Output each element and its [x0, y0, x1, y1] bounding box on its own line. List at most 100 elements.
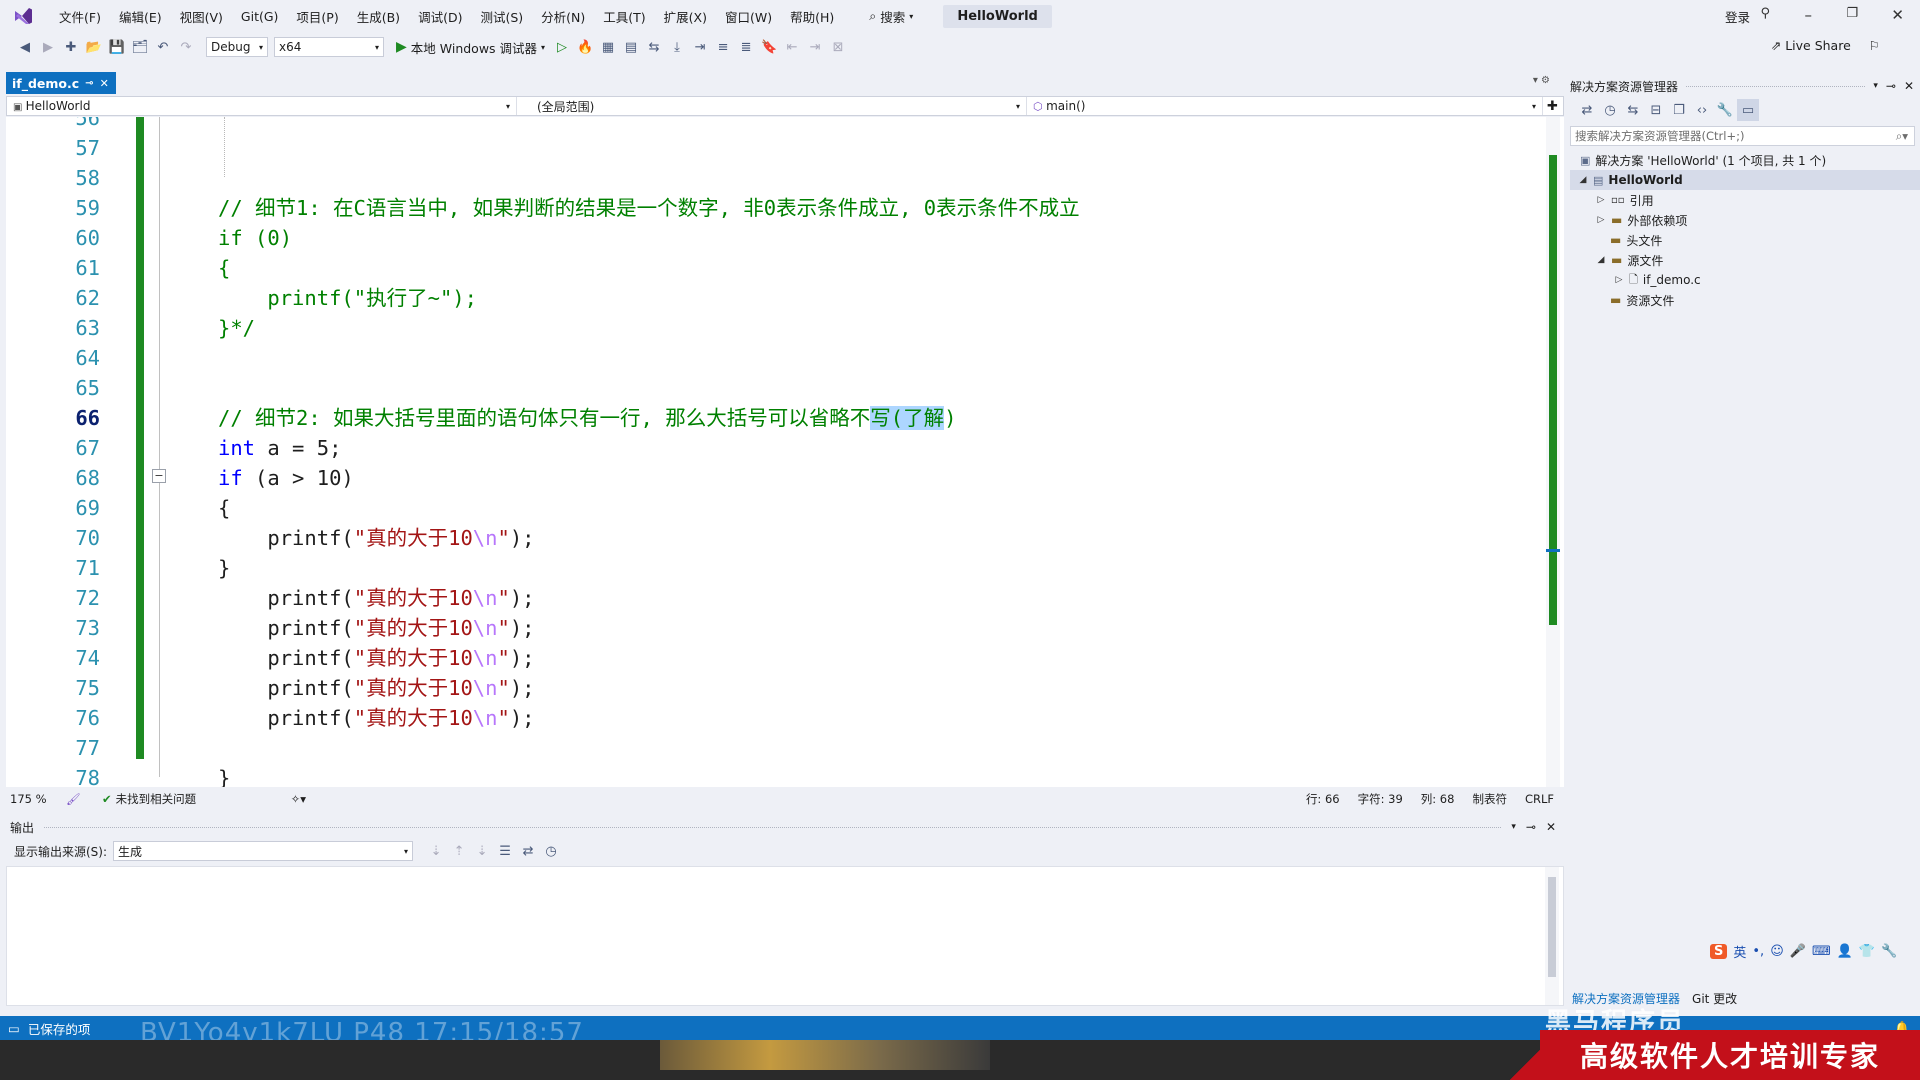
prev-message-icon[interactable]: ⇡ [448, 840, 470, 862]
close-window-button[interactable]: ✕ [1891, 6, 1904, 24]
code-line[interactable]: 77 [6, 733, 1506, 763]
code-line[interactable]: 57 [6, 133, 1506, 163]
collapse-all-icon[interactable]: ⊟ [1645, 99, 1667, 121]
code-line[interactable]: 73 printf("真的大于10\n"); [6, 613, 1506, 643]
code-line[interactable]: 69 { [6, 493, 1506, 523]
split-editor-icon[interactable]: ✚ [1547, 99, 1558, 114]
menu-test[interactable]: 测试(S) [471, 7, 532, 26]
clear-all-icon[interactable]: ☰ [494, 840, 516, 862]
panel-menu-icon[interactable]: ▾ [1873, 81, 1878, 91]
char-indicator[interactable]: 字符: 39 [1358, 791, 1403, 807]
clock-icon[interactable]: ◷ [540, 840, 562, 862]
new-project-icon[interactable]: ✚ [60, 36, 82, 58]
tree-headers-node[interactable]: ▬ 头文件 [1610, 230, 1662, 250]
back-icon[interactable]: ◀ [14, 36, 36, 58]
collapsed-arrow-icon[interactable]: ▷ [1614, 275, 1624, 285]
expand-arrow-icon[interactable]: ◢ [1596, 255, 1606, 265]
output-text-area[interactable] [6, 866, 1564, 1006]
hot-reload-icon[interactable]: 🔥 [574, 36, 596, 58]
menu-help[interactable]: 帮助(H) [781, 7, 843, 26]
next-message-icon[interactable]: ⇣ [471, 840, 493, 862]
tree-project-node[interactable]: ◢ ▤ HelloWorld [1570, 170, 1920, 190]
tab-git-changes[interactable]: Git 更改 [1692, 990, 1737, 1008]
live-share-button[interactable]: ⇗ Live Share ⚐ [1771, 38, 1880, 53]
sync-icon[interactable]: ⇆ [1622, 99, 1644, 121]
tab-dropdown-icon[interactable]: ▾ ⚙ [1533, 75, 1550, 86]
save-all-icon[interactable]: 🗂 [129, 36, 151, 58]
code-line[interactable]: 68 if (a > 10) [6, 463, 1506, 493]
close-panel-icon[interactable]: ✕ [1546, 820, 1556, 834]
visual-studio-logo-icon[interactable] [10, 5, 36, 27]
save-icon[interactable]: 💾 [106, 36, 128, 58]
member-select[interactable]: ⬡ main() ▾ [1027, 97, 1543, 115]
code-line[interactable]: 67 int a = 5; [6, 433, 1506, 463]
pin-icon[interactable]: ⊸ [1526, 820, 1536, 834]
menu-file[interactable]: 文件(F) [50, 7, 110, 26]
next-bookmark-icon[interactable]: ⇥ [804, 36, 826, 58]
expand-arrow-icon[interactable]: ◢ [1578, 175, 1588, 185]
tree-resources-node[interactable]: ▬ 资源文件 [1610, 290, 1674, 310]
bookmark-icon[interactable]: 🔖 [758, 36, 780, 58]
browse-icon[interactable]: ▤ [620, 36, 642, 58]
minimize-button[interactable]: – [1805, 6, 1813, 24]
undo-icon[interactable]: ↶ [152, 36, 174, 58]
close-panel-icon[interactable]: ✕ [1904, 79, 1914, 93]
code-line[interactable]: 76 printf("真的大于10\n"); [6, 703, 1506, 733]
code-line[interactable]: 61 { [6, 253, 1506, 283]
search-button[interactable]: ⌕ 搜索 ▾ [861, 5, 921, 28]
pin-icon[interactable]: ⚲ [1760, 6, 1770, 21]
menu-project[interactable]: 项目(P) [287, 7, 347, 26]
code-line[interactable]: 75 printf("真的大于10\n"); [6, 673, 1506, 703]
emoji-icon[interactable]: ☺ [1770, 944, 1784, 959]
menu-git[interactable]: Git(G) [232, 9, 288, 24]
indent-icon[interactable]: ⇥ [689, 36, 711, 58]
code-line[interactable]: 65 [6, 373, 1506, 403]
prev-bookmark-icon[interactable]: ⇤ [781, 36, 803, 58]
code-line[interactable]: 58 [6, 163, 1506, 193]
issues-status[interactable]: 未找到相关问题 [116, 791, 291, 807]
collapsed-arrow-icon[interactable]: ▷ [1596, 215, 1606, 225]
open-file-icon[interactable]: 📂 [83, 36, 105, 58]
menu-view[interactable]: 视图(V) [171, 7, 232, 26]
find-message-icon[interactable]: ⇣ [425, 840, 447, 862]
menu-analyze[interactable]: 分析(N) [532, 7, 594, 26]
code-line[interactable]: 78} [6, 763, 1506, 787]
code-editor[interactable]: 56 57 58 59 // 细节1: 在C语言当中, 如果判断的结果是一个数字, 非0… [6, 117, 1564, 787]
tree-references-node[interactable]: ▷ ▫▫ 引用 [1596, 190, 1654, 210]
microphone-icon[interactable]: 🎤 [1790, 944, 1806, 959]
ime-mode-label[interactable]: 英 [1733, 942, 1746, 961]
history-icon[interactable]: ◷ [1599, 99, 1621, 121]
comment-icon[interactable]: ≡ [712, 36, 734, 58]
clear-bookmarks-icon[interactable]: ⊠ [827, 36, 849, 58]
output-scrollbar[interactable] [1545, 867, 1559, 1005]
menu-debug[interactable]: 调试(D) [409, 7, 471, 26]
collapse-toggle[interactable]: − [152, 469, 166, 483]
skin-icon[interactable]: 👕 [1859, 944, 1875, 959]
settings-icon[interactable]: 🔧 [1881, 944, 1897, 959]
user-icon[interactable]: 👤 [1837, 944, 1853, 959]
forward-icon[interactable]: ▶ [37, 36, 59, 58]
start-without-debugging-icon[interactable]: ▷ [551, 36, 573, 58]
tree-source-files-node[interactable]: ◢ ▬ 源文件 [1596, 250, 1664, 270]
menu-tools[interactable]: 工具(T) [594, 7, 654, 26]
menu-build[interactable]: 生成(B) [348, 7, 409, 26]
pin-icon[interactable]: ⊸ [85, 78, 93, 89]
indent-indicator[interactable]: 制表符 [1472, 791, 1507, 807]
show-all-files-icon[interactable]: ❐ [1668, 99, 1690, 121]
code-line[interactable]: 62 printf("执行了~"); [6, 283, 1506, 313]
login-link[interactable]: 登录 [1725, 7, 1750, 26]
scope-select[interactable]: (全局范围) ▾ [517, 97, 1027, 115]
code-line[interactable]: 64 [6, 343, 1506, 373]
redo-icon[interactable]: ↷ [175, 36, 197, 58]
scroll-thumb[interactable] [1548, 877, 1556, 977]
step-icon[interactable]: ⤓ [666, 36, 688, 58]
ime-toolbar[interactable]: S 英 •, ☺ 🎤 ⌨ 👤 👕 🔧 [1710, 940, 1920, 962]
code-line[interactable]: 66 // 细节2: 如果大括号里面的语句体只有一行, 那么大括号可以省略不写(了… [6, 403, 1506, 433]
configuration-select[interactable]: Debug ▾ [206, 37, 268, 57]
solution-search-input[interactable]: 搜索解决方案资源管理器(Ctrl+;) ⌕▾ [1570, 126, 1915, 146]
pin-icon[interactable]: ⊸ [1886, 79, 1896, 93]
code-line[interactable]: 74 printf("真的大于10\n"); [6, 643, 1506, 673]
tab-if-demo-c[interactable]: if_demo.c ⊸ ✕ [6, 72, 116, 94]
code-line[interactable]: 59 // 细节1: 在C语言当中, 如果判断的结果是一个数字, 非0表示条件成立… [6, 193, 1506, 223]
code-line[interactable]: 63}*/ [6, 313, 1506, 343]
